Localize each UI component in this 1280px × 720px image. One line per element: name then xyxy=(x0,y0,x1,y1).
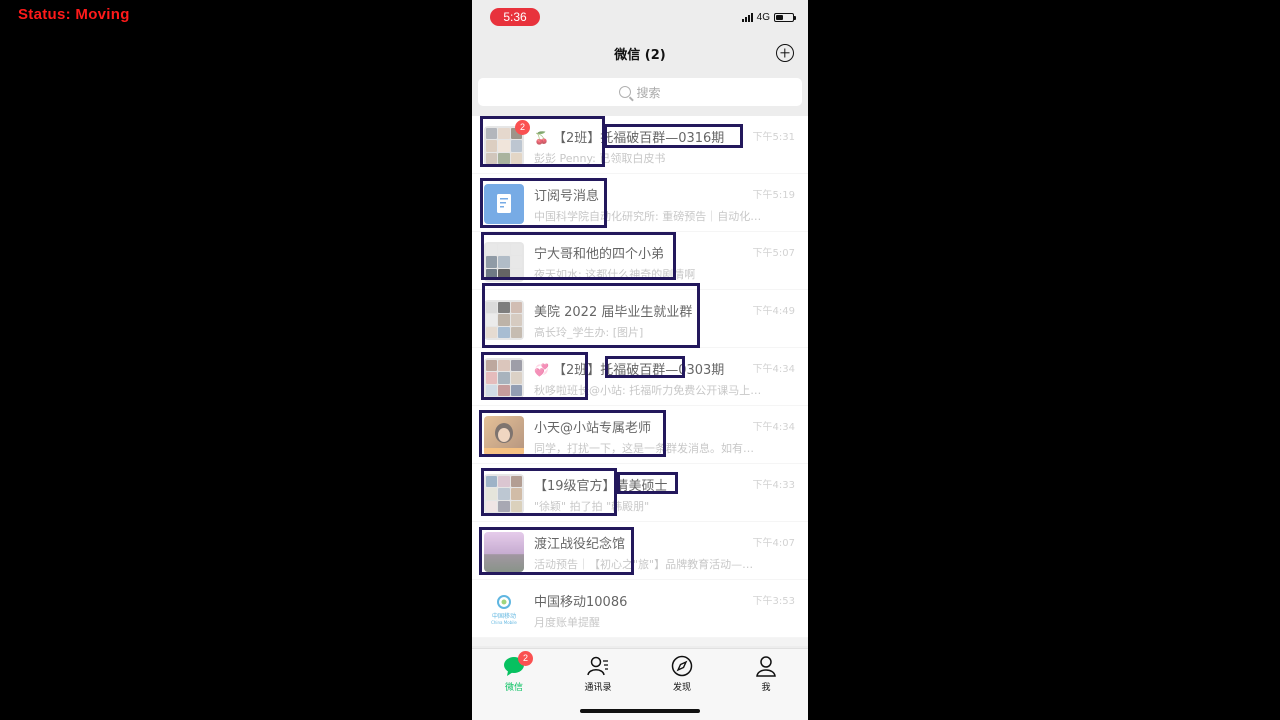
status-time: 5:36 xyxy=(490,8,540,26)
battery-icon xyxy=(774,13,796,22)
chat-list: 2 🍒 【2班】托福破百群—0316期彭彭 Penny: 已领取白皮书 下午5:31 订… xyxy=(472,116,808,638)
page-title: 微信 (2) xyxy=(614,48,666,63)
chat-name: 订阅号消息 xyxy=(534,185,599,204)
chat-preview: 高长玲_学生办: [图片] xyxy=(534,326,644,339)
search-placeholder: 搜索 xyxy=(636,85,661,100)
chat-avatar xyxy=(484,416,524,456)
battery-fill xyxy=(776,15,784,20)
tab-unread-badge: 2 xyxy=(518,651,533,666)
chat-time: 下午4:34 xyxy=(752,422,795,433)
chat-row[interactable]: 💞 【2班】托福破百群—0303期秋哆啦班长@小站: 托福听力免费公开课马上于1…… xyxy=(472,348,808,406)
unread-badge: 2 xyxy=(515,120,530,135)
tab-label: 发现 xyxy=(672,683,691,693)
chat-emoji: 🍒 xyxy=(534,131,549,145)
chat-preview: 月度账单提醒 xyxy=(534,616,600,629)
chat-time: 下午5:31 xyxy=(752,132,795,143)
chat-name: 【19级官方】清美硕士 xyxy=(534,475,668,494)
compass-icon xyxy=(671,655,693,677)
chat-name: 小天@小站专属老师 xyxy=(534,417,651,436)
chat-avatar xyxy=(484,474,524,514)
signal-icon xyxy=(741,13,753,22)
chat-avatar: 中国移动 China Mobile xyxy=(484,590,524,630)
svg-text:中国移动: 中国移动 xyxy=(492,612,516,620)
chat-time: 下午4:34 xyxy=(752,364,795,375)
tab-compass[interactable]: 发现 xyxy=(652,655,712,693)
plus-circle-icon[interactable] xyxy=(776,44,794,62)
chat-name: 🍒 【2班】托福破百群—0316期 xyxy=(534,127,724,146)
chat-time: 下午3:53 xyxy=(752,596,795,607)
chat-preview: 同学，打扰一下，这是一条群发消息。如有打扰… xyxy=(534,442,764,455)
chat-name-text: 渡江战役纪念馆 xyxy=(534,537,626,552)
chat-emoji: 💞 xyxy=(534,363,549,377)
chat-name-text: 订阅号消息 xyxy=(534,189,600,204)
svg-text:China Mobile: China Mobile xyxy=(491,620,517,625)
chat-row[interactable]: 订阅号消息中国科学院自动化研究所: 重磅预告｜自动化所… 下午5:19 xyxy=(472,174,808,232)
chat-name: 渡江战役纪念馆 xyxy=(534,533,625,552)
status-overlay-label: Status: Moving xyxy=(18,6,130,23)
phone-screen: 5:36 4G 微信 (2) 搜索 2 🍒 【2班】托福破百群—0316期彭彭 Pe… xyxy=(472,0,808,720)
chat-name: 💞 【2班】托福破百群—0303期 xyxy=(534,359,724,378)
chat-time: 下午4:33 xyxy=(752,480,795,491)
chat-name-text: 小天@小站专属老师 xyxy=(534,421,652,436)
chat-avatar xyxy=(484,184,524,224)
search-bar[interactable]: 搜索 xyxy=(478,78,802,106)
chat-name: 美院 2022 届毕业生就业群 xyxy=(534,301,692,320)
chat-row[interactable]: 小天@小站专属老师同学，打扰一下，这是一条群发消息。如有打扰… 下午4:34 xyxy=(472,406,808,464)
chat-name-text: 中国移动10086 xyxy=(534,595,628,610)
chat-name: 宁大哥和他的四个小弟 xyxy=(534,243,664,262)
search-icon xyxy=(619,86,632,98)
tab-contacts[interactable]: 通讯录 xyxy=(568,655,628,693)
chat-time: 下午4:07 xyxy=(752,538,795,549)
chat-preview: "徐颖" 拍了拍 "韩殿朋" xyxy=(534,500,650,513)
chat-row[interactable]: 渡江战役纪念馆活动预告｜【初心之"旅"】品牌教育活动——"… 下午4:07 xyxy=(472,522,808,580)
chat-preview: 活动预告｜【初心之"旅"】品牌教育活动——"… xyxy=(534,558,764,571)
chat-avatar xyxy=(484,358,524,398)
chat-avatar xyxy=(484,532,524,572)
tab-label: 通讯录 xyxy=(584,683,612,693)
chat-avatar xyxy=(484,300,524,340)
chat-name-text: 宁大哥和他的四个小弟 xyxy=(534,247,665,262)
chat-row[interactable]: 中国移动 China Mobile 中国移动10086 月度账单提醒 下午3:53 xyxy=(472,580,808,638)
chat-name-text: 【19级官方】清美硕士 xyxy=(534,479,668,494)
network-type: 4G xyxy=(756,12,770,23)
chat-name-text: 【2班】托福破百群—0303期 xyxy=(552,363,725,378)
chat-preview: 彭彭 Penny: 已领取白皮书 xyxy=(534,152,666,165)
chat-name-text: 【2班】托福破百群—0316期 xyxy=(552,131,725,146)
chat-row[interactable]: 美院 2022 届毕业生就业群 高长玲_学生办: [图片] 下午4:49 xyxy=(472,290,808,348)
chat-preview: 秋哆啦班长@小站: 托福听力免费公开课马上于1… xyxy=(534,384,764,397)
tab-label: 我 xyxy=(761,683,771,693)
chat-preview: 中国科学院自动化研究所: 重磅预告｜自动化所… xyxy=(534,210,764,223)
contacts-icon xyxy=(587,655,609,677)
chat-time: 下午5:19 xyxy=(752,190,795,201)
tab-person[interactable]: 我 xyxy=(736,655,796,693)
status-indicators: 4G xyxy=(741,12,796,23)
tab-chat-bubble[interactable]: 2 微信 xyxy=(484,651,544,693)
chat-row[interactable]: 2 🍒 【2班】托福破百群—0316期彭彭 Penny: 已领取白皮书 下午5:31 xyxy=(472,116,808,174)
chat-row[interactable]: 【19级官方】清美硕士 "徐颖" 拍了拍 "韩殿朋" 下午4:33 xyxy=(472,464,808,522)
chat-preview: 夜天如水: 这都什么神奇的剧情啊 xyxy=(534,268,696,281)
tab-label: 微信 xyxy=(504,683,523,693)
status-bar: 5:36 4G xyxy=(472,0,808,34)
home-indicator[interactable] xyxy=(580,709,700,713)
chat-row[interactable]: 宁大哥和他的四个小弟夜天如水: 这都什么神奇的剧情啊 下午5:07 xyxy=(472,232,808,290)
chat-avatar xyxy=(484,242,524,282)
chat-time: 下午5:07 xyxy=(752,248,795,259)
person-icon xyxy=(755,655,777,677)
chat-name: 中国移动10086 xyxy=(534,591,627,610)
chat-time: 下午4:49 xyxy=(752,306,795,317)
chat-name-text: 美院 2022 届毕业生就业群 xyxy=(534,305,693,320)
